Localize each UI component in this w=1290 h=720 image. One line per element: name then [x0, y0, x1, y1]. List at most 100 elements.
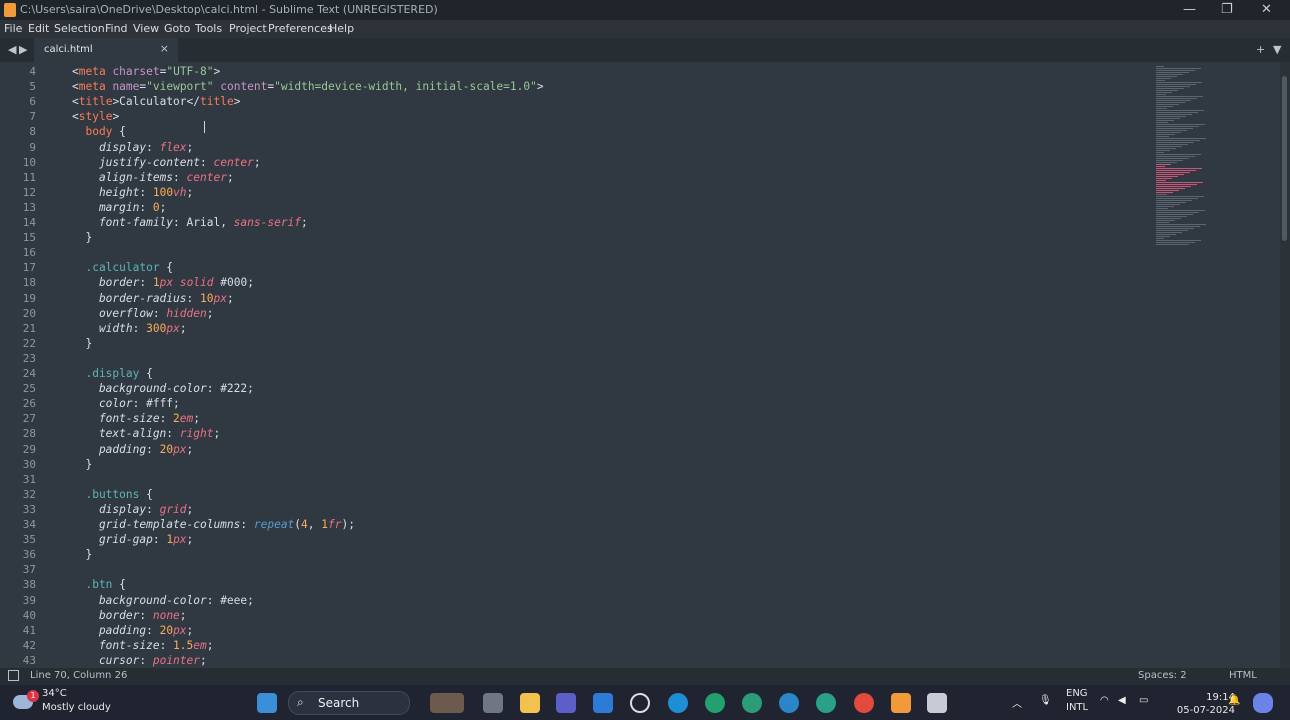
- minimap-line: [1156, 224, 1206, 225]
- code-line: font-family: Arial, sans-serif;: [72, 216, 308, 229]
- minimap-line: [1156, 208, 1168, 209]
- code-token: }: [72, 457, 93, 471]
- dell-icon[interactable]: [630, 693, 650, 713]
- menu-help[interactable]: Help: [329, 22, 354, 35]
- menu-goto[interactable]: Goto: [164, 22, 190, 35]
- code-token: body: [72, 125, 113, 139]
- chrome-icon[interactable]: [854, 693, 874, 713]
- code-token: {: [112, 125, 126, 139]
- restore-button[interactable]: ❐: [1221, 2, 1233, 17]
- minimap[interactable]: [1152, 62, 1278, 668]
- code-token: px: [173, 442, 187, 456]
- new-tab-icon[interactable]: +: [1256, 43, 1265, 56]
- minimap-line: [1156, 70, 1195, 71]
- start-icon[interactable]: [257, 693, 277, 713]
- taskbar-search[interactable]: ⌕ Search: [288, 691, 410, 715]
- microphone-icon[interactable]: 🎙: [1039, 695, 1052, 706]
- minimap-line: [1156, 82, 1202, 83]
- minimap-line: [1156, 202, 1186, 203]
- close-window-button[interactable]: ✕: [1261, 2, 1272, 17]
- editor-area[interactable]: 4 5 6 7 8 9 10 11 12 13 14 15 16 17 18 19 20 21 22 23 24 25 26…: [0, 62, 1290, 668]
- tab-close-icon[interactable]: ×: [160, 42, 169, 55]
- notification-bell-icon[interactable]: 🔔: [1228, 695, 1240, 706]
- edge-icon-5[interactable]: [816, 693, 836, 713]
- snipping-tool-icon[interactable]: [927, 693, 947, 713]
- code-token: "width=device-width, initial-scale=1.0": [274, 80, 537, 94]
- sublime-taskbar-icon[interactable]: [891, 693, 911, 713]
- wifi-icon[interactable]: ◠: [1100, 695, 1109, 706]
- tab-menu-icon[interactable]: ▼: [1273, 43, 1281, 56]
- weather-temperature[interactable]: 34°C: [42, 688, 67, 699]
- minimap-line: [1156, 102, 1185, 103]
- minimap-line: [1156, 236, 1170, 237]
- clock[interactable]: 19:14 05-07-2024: [1177, 691, 1235, 717]
- indentation-setting[interactable]: Spaces: 2: [1138, 670, 1187, 681]
- edge-icon-3[interactable]: [742, 693, 762, 713]
- line-number: 9: [29, 140, 36, 154]
- minimap-line: [1156, 152, 1164, 153]
- minimap-line: [1156, 160, 1183, 161]
- code-token: charset: [105, 65, 160, 78]
- weather-condition[interactable]: Mostly cloudy: [42, 702, 111, 713]
- tab-nav-right-icon[interactable]: ▶: [19, 43, 27, 56]
- menu-find[interactable]: Find: [105, 22, 128, 35]
- line-number: 16: [22, 246, 36, 260]
- language-line1[interactable]: ENG: [1066, 688, 1088, 699]
- minimap-line: [1156, 238, 1164, 239]
- code-token: :: [152, 306, 167, 320]
- tray-overflow-icon[interactable]: ︿: [1012, 695, 1022, 710]
- edge-icon-4[interactable]: [779, 693, 799, 713]
- language-line2[interactable]: INTL: [1066, 702, 1088, 713]
- code-token: justify-content: [72, 155, 200, 169]
- minimap-line: [1156, 162, 1177, 163]
- tab-nav-left-icon[interactable]: ◀: [8, 43, 16, 56]
- menu-selection[interactable]: Selection: [54, 22, 105, 35]
- code-token: }: [72, 336, 93, 350]
- code-token: 20: [159, 442, 174, 456]
- menu-project[interactable]: Project: [229, 22, 267, 35]
- tab-calci-html[interactable]: calci.html ×: [34, 38, 178, 62]
- code-token: : #fff;: [132, 397, 180, 411]
- teams-icon[interactable]: [556, 693, 576, 713]
- menu-view[interactable]: View: [133, 22, 159, 35]
- task-view-icon[interactable]: [483, 693, 503, 713]
- line-number: 15: [22, 231, 36, 245]
- search-label: Search: [318, 696, 360, 710]
- minimap-line: [1156, 134, 1175, 135]
- menu-preferences[interactable]: Preferences: [268, 22, 333, 35]
- volume-icon[interactable]: ◀: [1118, 695, 1126, 706]
- panel-toggle-icon[interactable]: [8, 670, 19, 681]
- scrollbar-thumb[interactable]: [1282, 76, 1287, 241]
- battery-icon[interactable]: ▭: [1139, 695, 1148, 706]
- menu-edit[interactable]: Edit: [28, 22, 49, 35]
- code-token: {: [159, 261, 174, 275]
- menu-file[interactable]: File: [4, 22, 22, 35]
- copilot-icon[interactable]: [1253, 693, 1273, 713]
- sublime-app-icon: [4, 3, 16, 17]
- minimap-line: [1156, 132, 1181, 133]
- code-token: :: [139, 276, 153, 290]
- search-icon: ⌕: [297, 695, 304, 709]
- code-line: grid-template-columns: repeat(4, 1fr);: [72, 518, 355, 531]
- line-number-gutter: 4 5 6 7 8 9 10 11 12 13 14 15 16 17 18 19 20 21 22 23 24 25 26…: [0, 62, 42, 668]
- minimap-line: [1156, 170, 1196, 171]
- code-token: : #eee;: [206, 593, 254, 607]
- store-icon[interactable]: [593, 693, 613, 713]
- minimap-line: [1156, 206, 1174, 207]
- line-number: 31: [22, 472, 36, 486]
- line-number: 5: [29, 80, 36, 94]
- line-number: 32: [22, 487, 36, 501]
- edge-icon-1[interactable]: [668, 693, 688, 713]
- code-token: background-color: [72, 593, 207, 607]
- code-token: pointer: [152, 653, 200, 667]
- minimap-line: [1156, 100, 1191, 101]
- vertical-scrollbar[interactable]: [1280, 62, 1290, 668]
- syntax-setting[interactable]: HTML: [1229, 670, 1257, 681]
- minimap-line: [1156, 228, 1194, 229]
- line-number: 35: [22, 533, 36, 547]
- edge-icon-2[interactable]: [705, 693, 725, 713]
- line-number: 27: [22, 412, 36, 426]
- file-explorer-icon[interactable]: [520, 693, 540, 713]
- menu-tools[interactable]: Tools: [195, 22, 222, 35]
- minimize-button[interactable]: —: [1183, 2, 1196, 17]
